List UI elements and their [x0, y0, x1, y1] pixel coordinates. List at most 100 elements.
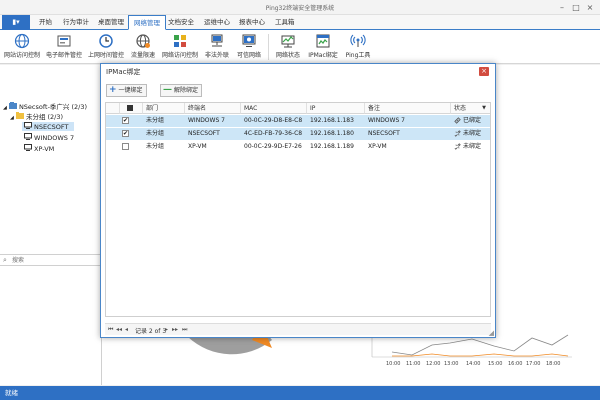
series-line-gray — [391, 334, 569, 356]
col-mac-header[interactable]: MAC — [241, 103, 307, 114]
tb-label: 非法外联 — [204, 52, 229, 59]
tb-network-status[interactable]: 网络状态 — [272, 31, 304, 63]
tb-time-control[interactable]: 上网时间管控 — [86, 31, 126, 63]
col-ip-header[interactable]: IP — [307, 103, 365, 114]
toolbar-separator — [268, 34, 269, 60]
app-menu-button[interactable]: ▮▾ — [2, 15, 30, 30]
col-dept-header[interactable]: 部门 — [143, 103, 185, 114]
folder-icon — [15, 112, 24, 122]
tree-item-label: XP-VM — [34, 145, 55, 153]
menu-desktop-mgmt[interactable]: 桌面管理 — [93, 15, 129, 30]
search-icon: ⌕ — [3, 256, 7, 264]
cell-note: NSECSOFT — [368, 130, 400, 137]
bind-all-button[interactable]: + 一键绑定 — [106, 84, 147, 97]
pager-bar: ⏮ ◂◂ ◂ 记录 2 of 3 ▸ ▸▸ ⏭ — [105, 323, 491, 335]
table-row[interactable]: ✔ 未分组 WINDOWS 7 00-0C-29-D8-E8-C8 192.168.1.… — [106, 115, 490, 127]
pager-next-icon[interactable]: ▸ — [165, 326, 168, 333]
menu-doc-security[interactable]: 文档安全 — [163, 15, 199, 30]
tree-item-label: NSECSOFT — [34, 123, 69, 131]
cell-dept: 未分组 — [146, 117, 165, 124]
row-checkbox[interactable]: ✔ — [122, 117, 129, 124]
tb-label: 上网时间管控 — [87, 52, 124, 59]
binding-table: 部门 终端名 MAC IP 备注 状态 ▼ ✔ 未分组 WINDOWS 7 00-0C-… — [105, 102, 491, 317]
menu-ops-center[interactable]: 运维中心 — [199, 15, 235, 30]
row-checkbox[interactable]: ✔ — [122, 130, 129, 137]
cell-ip: 192.168.1.183 — [310, 117, 354, 124]
col-select-header[interactable] — [120, 103, 143, 114]
col-status-header[interactable]: 状态 ▼ — [451, 103, 490, 114]
computer-icon — [24, 144, 32, 154]
menu-behavior-audit[interactable]: 行为审计 — [58, 15, 94, 30]
col-status-label: 状态 — [454, 105, 467, 112]
maximize-button[interactable]: □ — [570, 2, 582, 13]
tree-group[interactable]: ◢ 未分组 (2/3) — [10, 112, 63, 121]
cell-name: NSECSOFT — [188, 130, 220, 137]
pager-prev-icon[interactable]: ◂ — [125, 326, 128, 333]
pager-next-page-icon[interactable]: ▸▸ — [172, 326, 178, 333]
tb-label: 网站访问控制 — [3, 52, 40, 59]
tree-root[interactable]: ◢ NSecsoft-季广兴 (2/3) — [3, 102, 87, 111]
tree-item-nsecsoft[interactable]: NSECSOFT — [22, 122, 74, 131]
monitor-network-icon — [211, 34, 223, 47]
ping-icon — [350, 34, 366, 47]
title-bar: Ping32终端安全管理系统 – □ × — [0, 0, 600, 15]
minimize-button[interactable]: – — [556, 2, 568, 13]
tree-search-input[interactable] — [12, 255, 98, 265]
tb-ipmac-binding[interactable]: IPMac绑定 — [306, 31, 340, 63]
cell-status: 未绑定 — [451, 128, 490, 140]
pager-prev-page-icon[interactable]: ◂◂ — [116, 326, 122, 333]
dialog-close-button[interactable]: × — [479, 67, 489, 76]
mail-icon — [57, 35, 71, 47]
x-tick-label: 13:00 — [444, 361, 458, 367]
cell-status: 未绑定 — [451, 141, 490, 153]
speed-globe-icon — [136, 34, 150, 48]
tb-network-access[interactable]: 网络访问控制 — [160, 31, 200, 63]
pager-last-icon[interactable]: ⏭ — [182, 326, 187, 334]
status-text: 已绑定 — [463, 117, 482, 124]
tb-ping-tool[interactable]: Ping工具 — [342, 31, 374, 63]
window-title: Ping32终端安全管理系统 — [265, 5, 335, 12]
cell-note: WINDOWS 7 — [368, 117, 405, 124]
cell-name: WINDOWS 7 — [188, 117, 225, 124]
unlink-icon — [454, 143, 461, 150]
minus-icon: — — [163, 85, 172, 95]
menu-network-mgmt[interactable]: 网络管理 — [128, 15, 166, 30]
tree-item-windows7[interactable]: WINDOWS 7 — [24, 133, 74, 142]
unbind-label: 解除绑定 — [174, 87, 199, 94]
tree-search-box: ⌕ — [0, 254, 102, 266]
resize-grip-icon[interactable]: ◢ — [489, 329, 494, 337]
series-line-orange — [392, 353, 569, 357]
col-rownum-header — [106, 103, 120, 114]
tb-trusted-network[interactable]: 可信网络 — [234, 31, 264, 63]
menu-report-center[interactable]: 报表中心 — [234, 15, 270, 30]
tb-label: 网络状态 — [275, 52, 300, 59]
menu-toolbox[interactable]: 工具箱 — [270, 15, 300, 30]
clock-icon — [99, 34, 113, 48]
dialog-title-bar: IPMac绑定 × — [101, 64, 495, 78]
col-name-header[interactable]: 终端名 — [185, 103, 241, 114]
device-tree-panel: ◢ NSecsoft-季广兴 (2/3) ◢ 未分组 (2/3) NSECSOF… — [0, 65, 102, 385]
status-text: 未绑定 — [463, 143, 482, 150]
tree-root-label: NSecsoft-季广兴 (2/3) — [18, 103, 88, 111]
menu-start[interactable]: 开始 — [34, 15, 57, 30]
unbind-button[interactable]: — 解除绑定 — [160, 84, 203, 97]
table-row[interactable]: 未分组 XP-VM 00-0C-29-9D-E7-26 192.168.1.189 XP… — [106, 141, 490, 153]
close-window-button[interactable]: × — [584, 2, 596, 13]
row-checkbox[interactable] — [122, 143, 129, 150]
col-note-header[interactable]: 备注 — [365, 103, 451, 114]
computer-icon — [24, 122, 32, 132]
collapse-arrow-icon: ◢ — [3, 105, 7, 111]
tb-illegal-outreach[interactable]: 非法外联 — [202, 31, 232, 63]
tb-email-control[interactable]: 电子邮件管控 — [44, 31, 84, 63]
network-status-icon — [281, 35, 295, 48]
cell-status: 已绑定 — [451, 115, 490, 127]
tb-label: 可信网络 — [236, 52, 261, 59]
tb-traffic-limit[interactable]: 流量限速 — [128, 31, 158, 63]
pager-first-icon[interactable]: ⏮ — [108, 326, 113, 334]
tb-website-control[interactable]: 网站访问控制 — [2, 31, 42, 63]
tree-item-xpvm[interactable]: XP-VM — [24, 144, 54, 153]
cell-mac: 4C-ED-FB-79-36-C8 — [244, 130, 303, 137]
cell-note: XP-VM — [368, 143, 387, 150]
table-row[interactable]: ✔ 未分组 NSECSOFT 4C-ED-FB-79-36-C8 192.168.1.1… — [106, 128, 490, 140]
chart-x-labels: 10:00 11:00 12:00 13:00 14:00 15:00 16:00 17:00… — [386, 361, 560, 367]
